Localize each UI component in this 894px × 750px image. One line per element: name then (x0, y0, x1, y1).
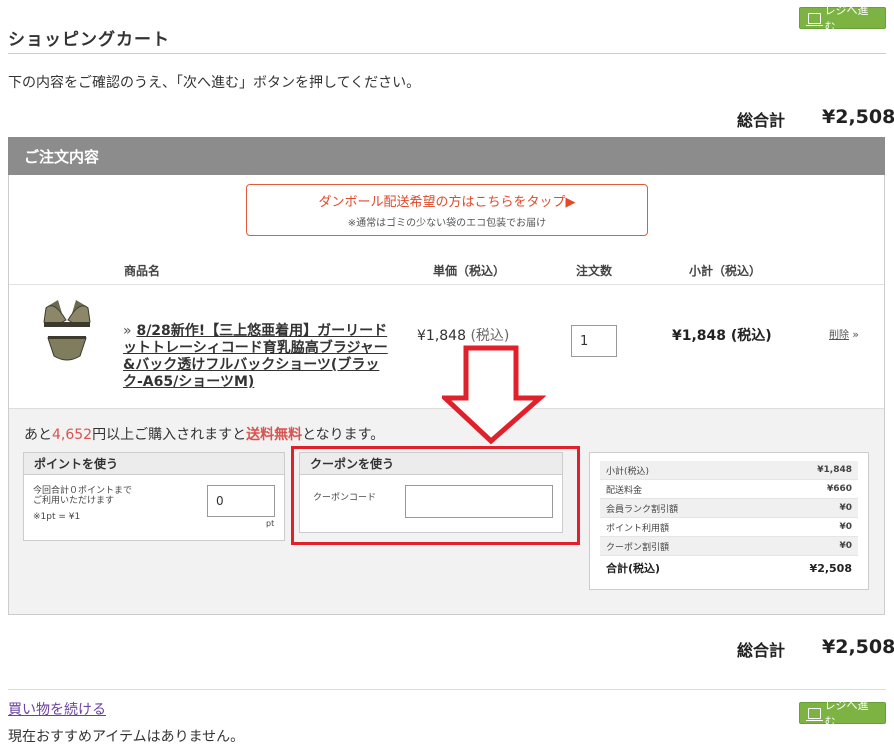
grand-total-label-bottom: 総合計 (737, 641, 786, 660)
summary-value: ¥0 (839, 522, 852, 532)
summary-label: 会員ランク割引額 (606, 504, 679, 515)
free-shipping-highlight: 送料無料 (246, 427, 303, 443)
column-header-unit-price: 単価（税込） (433, 264, 506, 278)
checkout-button-label: レジへ進む (824, 699, 869, 728)
register-icon (806, 12, 822, 26)
quantity-input[interactable]: 1 (571, 325, 617, 357)
summary-label: 配送料金 (606, 485, 643, 496)
grand-total-value-top: ¥2,508 (822, 106, 894, 128)
header-divider (9, 284, 884, 285)
banner-sub-text: ※通常はゴミの少ない袋のエコ包装でお届け (347, 218, 547, 229)
summary-row-total: 合計(税込) ¥2,508 (600, 556, 858, 580)
unit-price: ¥1,848 (税込) (417, 325, 509, 345)
free-shipping-message: あと4,652円以上ご購入されますと送料無料となります。 (24, 424, 384, 444)
column-header-product: 商品名 (124, 264, 161, 278)
no-recommend-text: 現在おすすめアイテムはありません。 (8, 729, 245, 745)
summary-total-value: ¥2,508 (809, 561, 852, 575)
points-panel-title: ポイントを使う (24, 453, 284, 475)
unit-price-value: ¥1,848 (417, 328, 466, 344)
delete-arrow-icon: » (852, 328, 859, 341)
summary-value: ¥660 (826, 484, 852, 494)
summary-label: クーポン割引額 (606, 542, 670, 553)
register-icon (806, 707, 822, 721)
points-desc-line1: 今回合計０ポイントまで (33, 486, 133, 496)
product-name-link[interactable]: » 8/28新作!【三上悠亜着用】ガーリードットトレーシィコード育乳脇高ブラジャ… (123, 323, 398, 391)
free-shipping-middle: 円以上ご購入されますと (92, 427, 247, 443)
column-header-subtotal: 小計（税込） (689, 264, 762, 278)
summary-label: 小計(税込) (606, 466, 650, 477)
summary-label: ポイント利用額 (606, 523, 670, 534)
continue-shopping-link[interactable]: 買い物を続ける (8, 699, 106, 719)
cardboard-delivery-banner[interactable]: ダンボール配送希望の方はこちらをタップ▶ ※通常はゴミの少ない袋のエコ包装でお届… (246, 184, 648, 236)
banner-main-text: ダンボール配送希望の方はこちらをタップ▶ (318, 195, 576, 210)
order-summary: 小計(税込) ¥1,848 配送料金 ¥660 会員ランク割引額 ¥0 ポイント利用額… (589, 452, 869, 590)
instruction-text: 下の内容をご確認のうえ、「次へ進む」ボタンを押してください。 (8, 75, 421, 91)
product-bullet: » (123, 323, 132, 339)
summary-row-subtotal: 小計(税込) ¥1,848 (600, 461, 858, 480)
points-rate: ※1pt = ¥1 (33, 512, 81, 522)
free-shipping-amount: 4,652 (52, 427, 93, 443)
summary-value: ¥0 (839, 541, 852, 551)
checkout-button-top[interactable]: レジへ進む (799, 4, 886, 33)
summary-row-coupon-discount: クーポン割引額 ¥0 (600, 537, 858, 556)
footer-divider (8, 689, 886, 690)
grand-total-value-bottom: ¥2,508 (822, 636, 894, 658)
points-panel: ポイントを使う 今回合計０ポイントまで ご利用いただけます ※1pt = ¥1 … (23, 452, 285, 541)
points-input[interactable]: 0 (207, 485, 275, 517)
free-shipping-suffix: となります。 (302, 427, 385, 443)
points-unit: pt (266, 519, 275, 528)
checkout-button-label: レジへ進む (824, 4, 869, 33)
checkout-button-bottom[interactable]: レジへ進む (799, 699, 886, 728)
delete-item-link[interactable]: 削除 » (829, 326, 859, 341)
title-divider (8, 53, 886, 54)
product-name: 8/28新作!【三上悠亜着用】ガーリードットトレーシィコード育乳脇高ブラジャー&… (123, 323, 388, 390)
order-section-title: ご注文内容 (24, 147, 100, 166)
product-thumbnail[interactable] (40, 298, 94, 366)
summary-value: ¥1,848 (817, 465, 852, 475)
summary-row-rank-discount: 会員ランク割引額 ¥0 (600, 499, 858, 518)
summary-value: ¥0 (839, 503, 852, 513)
free-shipping-prefix: あと (24, 427, 52, 443)
coupon-highlight-box (291, 446, 580, 545)
column-header-quantity: 注文数 (576, 264, 613, 278)
summary-total-label: 合計(税込) (606, 562, 661, 575)
delete-label: 削除 (829, 330, 849, 341)
points-description: 今回合計０ポイントまで ご利用いただけます (33, 486, 132, 506)
item-subtotal: ¥1,848 (税込) (672, 328, 772, 344)
summary-row-shipping: 配送料金 ¥660 (600, 480, 858, 499)
page-title: ショッピングカート (8, 30, 170, 50)
grand-total-label-top: 総合計 (737, 111, 786, 130)
points-desc-line2: ご利用いただけます (33, 496, 115, 506)
annotation-arrow-icon (442, 345, 546, 445)
unit-price-tax: (税込) (470, 328, 510, 344)
order-section-header: ご注文内容 (8, 137, 885, 175)
summary-row-points-used: ポイント利用額 ¥0 (600, 518, 858, 537)
